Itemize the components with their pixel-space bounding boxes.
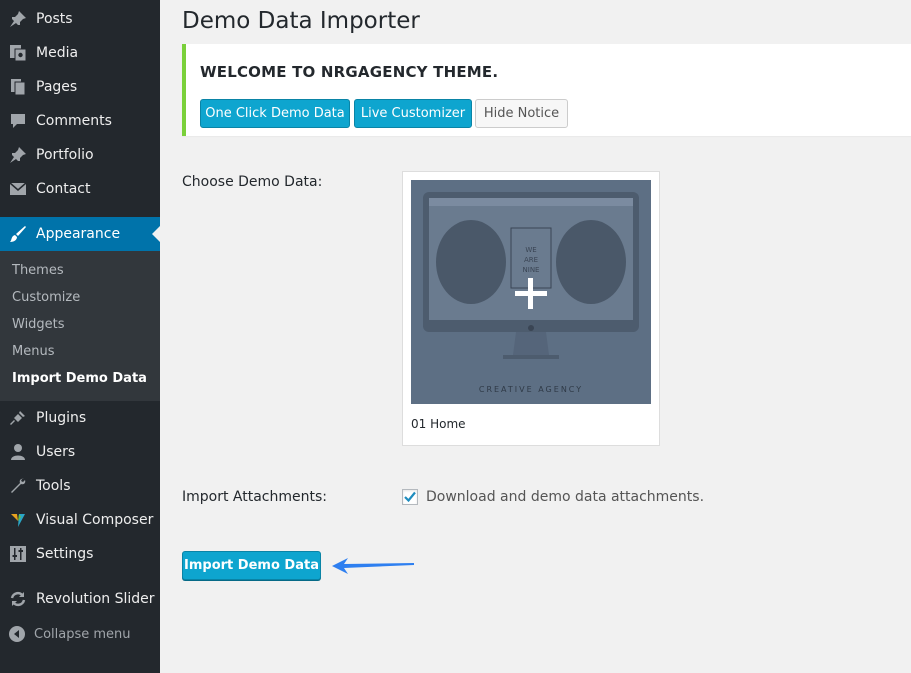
sidebar-item-label: Settings — [36, 546, 94, 562]
page-title: Demo Data Importer — [182, 8, 420, 34]
sidebar-item-revolution-slider[interactable]: Revolution Slider — [0, 582, 160, 616]
sidebar-item-label: Users — [36, 444, 76, 460]
sidebar-item-settings[interactable]: Settings — [0, 537, 160, 571]
demo-caption: 01 Home — [411, 417, 466, 431]
one-click-demo-data-button[interactable]: One Click Demo Data — [200, 99, 350, 128]
thumb-footer-text: CREATIVE AGENCY — [479, 385, 583, 394]
live-customizer-button[interactable]: Live Customizer — [354, 99, 472, 128]
sidebar-item-posts[interactable]: Posts — [0, 2, 160, 36]
notice-title: WELCOME TO NRGAGENCY THEME. — [200, 63, 499, 81]
thumb-line-2: ARE — [524, 256, 538, 264]
sidebar-item-label: Appearance — [36, 226, 121, 242]
settings-icon — [0, 545, 36, 563]
submenu-item-widgets[interactable]: Widgets — [12, 317, 65, 332]
sidebar-item-label: Plugins — [36, 410, 87, 426]
thumb-line-3: NINE — [523, 266, 540, 274]
submenu-item-themes[interactable]: Themes — [12, 263, 64, 278]
collapse-label: Collapse menu — [34, 626, 131, 642]
sidebar-item-label: Tools — [36, 478, 71, 494]
sidebar-item-label: Comments — [36, 113, 112, 129]
attachments-checkbox[interactable] — [402, 489, 418, 505]
sidebar-item-contact[interactable]: Contact — [0, 172, 160, 206]
thumb-line-1: WE — [525, 246, 536, 254]
sidebar-item-tools[interactable]: Tools — [0, 469, 160, 503]
sidebar-item-plugins[interactable]: Plugins — [0, 401, 160, 435]
sidebar-item-visual-composer[interactable]: Visual Composer — [0, 503, 160, 537]
plug-icon — [0, 409, 36, 427]
submenu-item-import-demo-data[interactable]: Import Demo Data — [12, 371, 147, 386]
collapse-icon — [0, 625, 34, 643]
sidebar-item-label: Contact — [36, 181, 91, 197]
sidebar-item-label: Revolution Slider — [36, 591, 155, 607]
sidebar-item-label: Portfolio — [36, 147, 94, 163]
demo-thumbnail-image: WE ARE NINE CREATIVE AGENCY — [411, 180, 651, 404]
sidebar-item-pages[interactable]: Pages — [0, 70, 160, 104]
admin-sidebar: Posts Media Pages Comments Portfolio Con… — [0, 0, 160, 673]
active-indicator — [152, 226, 160, 242]
import-attachments-label: Import Attachments: — [182, 489, 327, 505]
sidebar-item-comments[interactable]: Comments — [0, 104, 160, 138]
sidebar-item-label: Media — [36, 45, 79, 61]
attachments-checkbox-label[interactable]: Download and demo data attachments. — [426, 489, 704, 505]
sidebar-item-media[interactable]: Media — [0, 36, 160, 70]
demo-option-card[interactable]: WE ARE NINE CREATIVE AGENCY 01 Home — [402, 171, 660, 446]
import-demo-data-button[interactable]: Import Demo Data — [182, 551, 321, 580]
user-icon — [0, 443, 36, 461]
media-icon — [0, 44, 36, 62]
choose-demo-data-label: Choose Demo Data: — [182, 174, 323, 190]
brush-icon — [0, 225, 36, 243]
checkmark-icon — [404, 491, 416, 503]
refresh-icon — [0, 590, 36, 608]
visual-composer-icon — [0, 511, 36, 529]
sidebar-item-portfolio[interactable]: Portfolio — [0, 138, 160, 172]
submenu-item-customize[interactable]: Customize — [12, 290, 80, 305]
comment-icon — [0, 112, 36, 130]
pin-icon — [0, 146, 36, 164]
sidebar-item-label: Visual Composer — [36, 512, 154, 528]
sidebar-item-appearance[interactable]: Appearance — [0, 217, 160, 251]
sidebar-item-users[interactable]: Users — [0, 435, 160, 469]
arrow-pointer-icon — [332, 558, 414, 574]
collapse-menu-button[interactable]: Collapse menu — [0, 622, 160, 646]
sidebar-item-label: Pages — [36, 79, 78, 95]
pin-icon — [0, 10, 36, 28]
sidebar-item-label: Posts — [36, 11, 73, 27]
wrench-icon — [0, 477, 36, 495]
demo-thumbnail[interactable]: WE ARE NINE CREATIVE AGENCY — [411, 180, 651, 404]
welcome-notice: WELCOME TO NRGAGENCY THEME. One Click De… — [182, 44, 911, 136]
hide-notice-button[interactable]: Hide Notice — [475, 99, 568, 128]
appearance-submenu: Themes Customize Widgets Menus Import De… — [0, 251, 160, 401]
pages-icon — [0, 78, 36, 96]
envelope-icon — [0, 180, 36, 198]
submenu-item-menus[interactable]: Menus — [12, 344, 54, 359]
